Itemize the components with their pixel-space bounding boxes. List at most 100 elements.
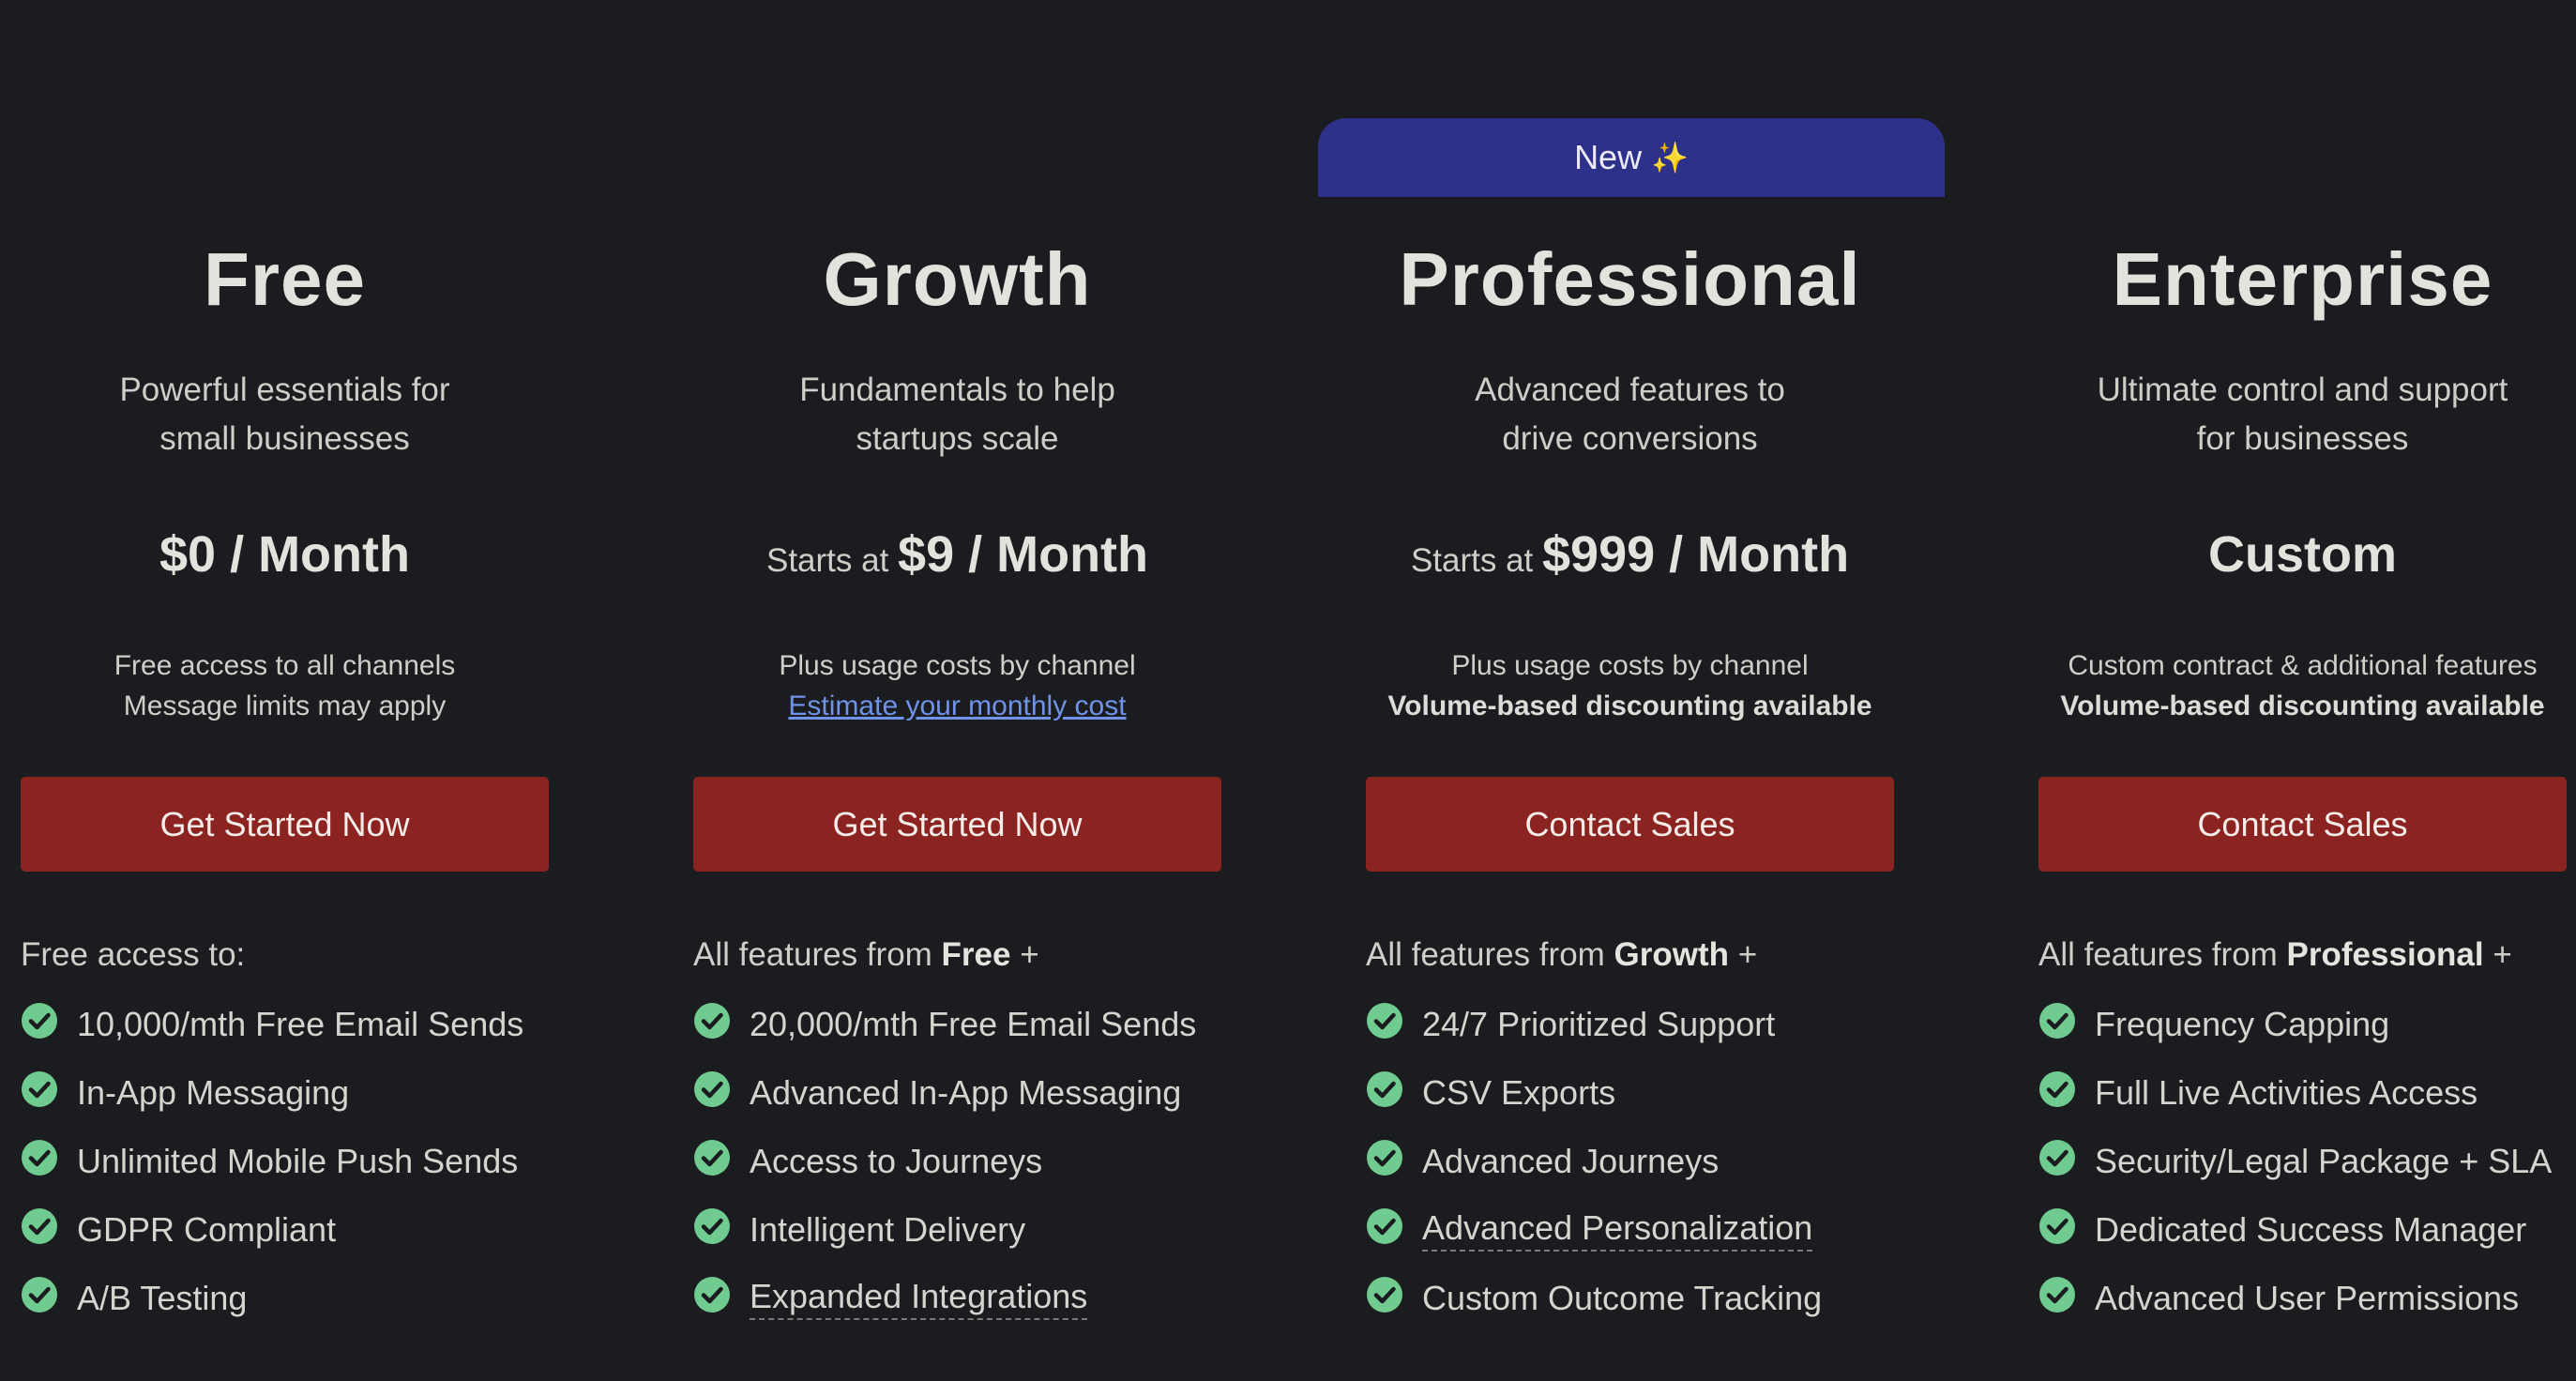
new-badge: New ✨ — [1318, 118, 1945, 197]
feature-label: 10,000/mth Free Email Sends — [77, 1004, 524, 1043]
feature-item: Expanded Integrations — [693, 1264, 1196, 1332]
check-circle-icon — [22, 1207, 57, 1244]
check-circle-icon — [1367, 1276, 1402, 1313]
price-amount: $9 / Month — [898, 526, 1149, 583]
feature-label-tooltip[interactable]: Expanded Integrations — [750, 1277, 1088, 1320]
features-heading: All features from Growth + — [1366, 929, 1757, 981]
feature-item: 10,000/mth Free Email Sends — [21, 990, 523, 1058]
feature-item: GDPR Compliant — [21, 1195, 523, 1264]
feature-label: CSV Exports — [1422, 1072, 1616, 1112]
plan-free: Free Powerful essentials for small busin… — [21, 0, 549, 1381]
check-circle-icon — [22, 1276, 57, 1313]
plan-description: Powerful essentials for small businesses — [58, 366, 511, 463]
feature-item: Full Live Activities Access — [2038, 1058, 2552, 1127]
plan-description: Ultimate control and support for busines… — [2076, 366, 2529, 463]
feature-item: In-App Messaging — [21, 1058, 523, 1127]
badge-label: New — [1574, 138, 1643, 176]
estimate-cost-link[interactable]: Estimate your monthly cost — [788, 690, 1126, 721]
note-line: Message limits may apply — [123, 690, 447, 721]
feature-label: Advanced Journeys — [1422, 1141, 1720, 1180]
note-line-emphasis: Volume-based discounting available — [2060, 690, 2545, 721]
feature-label: Access to Journeys — [750, 1141, 1043, 1180]
feature-item: CSV Exports — [1366, 1058, 1822, 1127]
plan-note: Custom contract & additional features Vo… — [2029, 645, 2576, 726]
feature-list: 24/7 Prioritized Support CSV Exports Adv… — [1366, 990, 1822, 1332]
feature-label: 20,000/mth Free Email Sends — [750, 1004, 1197, 1043]
plan-description-line: small businesses — [159, 420, 410, 457]
feature-item: Advanced In-App Messaging — [693, 1058, 1196, 1127]
feature-label: Advanced User Permissions — [2095, 1278, 2520, 1317]
check-circle-icon — [22, 1070, 57, 1107]
note-line: Free access to all channels — [114, 650, 456, 681]
plan-description-line: for businesses — [2196, 420, 2409, 457]
check-circle-icon — [1367, 1070, 1402, 1107]
plan-growth: Growth Fundamentals to help startups sca… — [693, 0, 1221, 1381]
check-circle-icon — [694, 1276, 730, 1313]
feature-item: Advanced Personalization — [1366, 1195, 1822, 1264]
feature-list: 20,000/mth Free Email Sends Advanced In-… — [693, 990, 1196, 1332]
feature-label-tooltip[interactable]: Advanced Personalization — [1422, 1208, 1813, 1252]
note-line: Plus usage costs by channel — [779, 650, 1136, 681]
feature-item: Advanced User Permissions — [2038, 1264, 2552, 1332]
features-heading-plan: Growth — [1614, 936, 1730, 973]
feature-label: Advanced In-App Messaging — [750, 1072, 1182, 1112]
feature-list: 10,000/mth Free Email Sends In-App Messa… — [21, 990, 523, 1332]
plan-name: Growth — [823, 237, 1092, 321]
plan-enterprise: Enterprise Ultimate control and support … — [2038, 0, 2567, 1381]
check-circle-icon — [1367, 1139, 1402, 1176]
contact-sales-button[interactable]: Contact Sales — [1366, 777, 1894, 872]
check-circle-icon — [2039, 1070, 2075, 1107]
features-heading: All features from Free + — [693, 929, 1039, 981]
features-heading: Free access to: — [21, 929, 245, 981]
feature-label: Full Live Activities Access — [2095, 1072, 2478, 1112]
check-circle-icon — [694, 1207, 730, 1244]
check-circle-icon — [1367, 1002, 1402, 1039]
features-heading: All features from Professional + — [2038, 929, 2512, 981]
get-started-button[interactable]: Get Started Now — [21, 777, 549, 872]
feature-item: 20,000/mth Free Email Sends — [693, 990, 1196, 1058]
features-heading-plan: Professional — [2286, 936, 2484, 973]
pricing-plans: Free Powerful essentials for small busin… — [0, 0, 2576, 1381]
check-circle-icon — [2039, 1207, 2075, 1244]
feature-item: Unlimited Mobile Push Sends — [21, 1127, 523, 1195]
contact-sales-button[interactable]: Contact Sales — [2038, 777, 2567, 872]
feature-label: Custom Outcome Tracking — [1422, 1278, 1823, 1317]
feature-label: A/B Testing — [77, 1278, 248, 1317]
get-started-button[interactable]: Get Started Now — [693, 777, 1221, 872]
features-heading-suffix: + — [2483, 936, 2512, 973]
feature-label: Unlimited Mobile Push Sends — [77, 1141, 519, 1180]
features-heading-text: All features from — [693, 936, 942, 973]
plan-name: Free — [204, 237, 366, 321]
feature-label: Dedicated Success Manager — [2095, 1209, 2527, 1249]
feature-label: Frequency Capping — [2095, 1004, 2390, 1043]
plan-description: Advanced features to drive conversions — [1403, 366, 1856, 463]
features-heading-text: All features from — [1366, 936, 1614, 973]
plan-description-line: Ultimate control and support — [2097, 372, 2508, 408]
check-circle-icon — [2039, 1002, 2075, 1039]
check-circle-icon — [2039, 1139, 2075, 1176]
feature-label: Security/Legal Package + SLA — [2095, 1141, 2553, 1180]
plan-note: Free access to all channels Message limi… — [11, 645, 558, 726]
feature-item: A/B Testing — [21, 1264, 523, 1332]
plan-description-line: startups scale — [856, 420, 1059, 457]
feature-label: GDPR Compliant — [77, 1209, 337, 1249]
features-heading-suffix: + — [1010, 936, 1039, 973]
feature-item: Security/Legal Package + SLA — [2038, 1127, 2552, 1195]
price-amount: $999 / Month — [1542, 526, 1850, 583]
check-circle-icon — [694, 1070, 730, 1107]
features-heading-text: Free access to: — [21, 936, 246, 973]
feature-label: In-App Messaging — [77, 1072, 350, 1112]
check-circle-icon — [2039, 1276, 2075, 1313]
note-line-emphasis: Volume-based discounting available — [1387, 690, 1872, 721]
plan-price: Starts at $9 / Month — [693, 522, 1221, 600]
plan-name: Enterprise — [2112, 237, 2493, 321]
plan-description-line: Fundamentals to help — [799, 372, 1115, 408]
feature-item: Dedicated Success Manager — [2038, 1195, 2552, 1264]
price-prefix: Starts at — [765, 542, 899, 579]
features-heading-text: All features from — [2038, 936, 2287, 973]
check-circle-icon — [22, 1002, 57, 1039]
plan-note: Plus usage costs by channel Volume-based… — [1356, 645, 1903, 726]
feature-item: Frequency Capping — [2038, 990, 2552, 1058]
note-line: Custom contract & additional features — [2068, 650, 2538, 681]
features-heading-suffix: + — [1729, 936, 1758, 973]
